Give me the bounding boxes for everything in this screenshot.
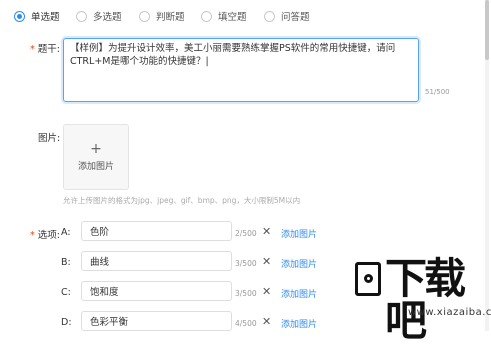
option-d-add-image-link[interactable]: 添加图片 [281,317,317,330]
options-label: 选项: [37,230,60,241]
option-b-count: 3/500 [235,259,257,268]
plus-icon: + [90,141,102,157]
qtype-multiple[interactable]: 多选题 [76,8,122,24]
qtype-essay[interactable]: 问答题 [264,8,310,24]
required-mark: * [30,230,35,241]
option-d-letter: D: [61,317,72,328]
add-image-label: 添加图片 [77,162,114,172]
watermark-text: 下载吧 [385,254,466,345]
option-a-input[interactable] [81,221,232,241]
radio-multiple[interactable] [76,10,87,22]
option-b-input[interactable] [81,251,232,271]
option-a-add-image-link[interactable]: 添加图片 [281,227,317,240]
stem-textarea[interactable]: 【样例】为提升设计效率，美工小丽需要熟练掌握PS软件的常用快捷键，请问CTRL+… [63,38,419,102]
qtype-fill-label: 填空题 [218,12,247,23]
qtype-judge-label: 判断题 [156,12,185,23]
radio-fill[interactable] [201,10,212,22]
qtype-single-label: 单选题 [31,12,60,23]
option-d-input[interactable] [81,311,232,331]
option-c-input[interactable] [81,281,232,301]
stem-counter: 51/500 [425,88,450,96]
qtype-essay-label: 问答题 [281,12,310,23]
watermark-url: www.xiazaiba.com [408,307,491,318]
option-c-count: 3/500 [235,289,257,298]
option-b-delete-icon[interactable]: ✕ [262,256,271,268]
options-label-row: * 选项: [30,227,60,241]
required-mark: * [30,44,35,55]
upload-hint: 允许上传图片的格式为jpg、jpeg、gif、bmp、png，大小限制5M以内 [63,196,301,205]
scrollbar-thumb[interactable] [485,0,489,60]
option-c-add-image-link[interactable]: 添加图片 [281,287,317,300]
option-a-count: 2/500 [235,229,257,238]
qtype-judge[interactable]: 判断题 [139,8,185,24]
watermark-logo-icon [355,262,381,296]
stem-text: 【样例】为提升设计效率，美工小丽需要熟练掌握PS软件的常用快捷键，请问CTRL+… [70,43,396,67]
radio-single[interactable] [14,10,25,22]
option-a-letter: A: [61,227,71,238]
qtype-single[interactable]: 单选题 [14,8,60,24]
add-image-button[interactable]: + 添加图片 [63,124,129,190]
radio-judge[interactable] [139,10,150,22]
option-b-add-image-link[interactable]: 添加图片 [281,257,317,270]
option-a-delete-icon[interactable]: ✕ [262,226,271,238]
option-d-delete-icon[interactable]: ✕ [262,316,271,328]
option-c-delete-icon[interactable]: ✕ [262,286,271,298]
qtype-fill[interactable]: 填空题 [201,8,247,24]
image-label: 图片: [38,133,61,144]
stem-label: 题干: [37,44,60,55]
radio-essay[interactable] [264,10,275,22]
option-c-letter: C: [61,287,71,298]
option-d-count: 4/500 [235,319,257,328]
qtype-multiple-label: 多选题 [93,12,122,23]
option-b-letter: B: [61,257,71,268]
stem-label-row: * 题干: [30,41,60,55]
